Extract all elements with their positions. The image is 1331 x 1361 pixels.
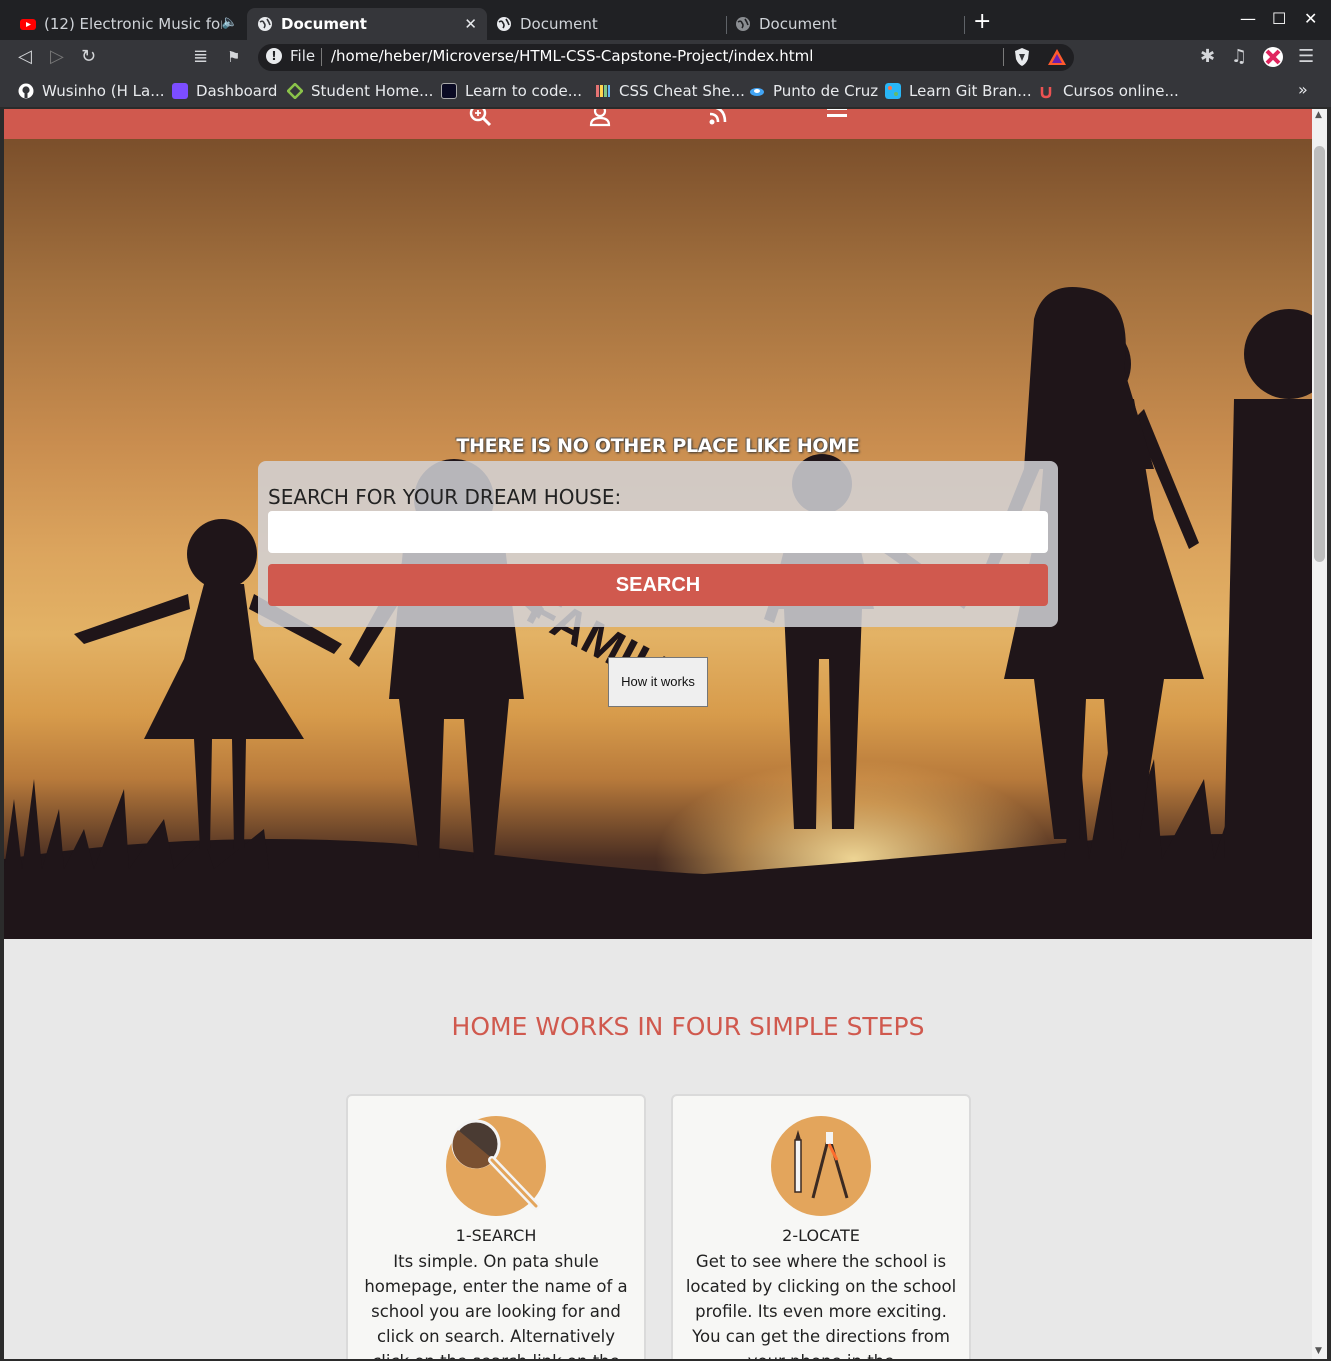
bookmark-label: Dashboard [196, 82, 278, 100]
maximize-button[interactable]: ☐ [1272, 9, 1286, 28]
tab-title: (12) Electronic Music for Study [44, 15, 222, 33]
tab-document[interactable]: Document [486, 8, 726, 40]
youtube-icon [20, 19, 36, 30]
search-button[interactable]: SEARCH [268, 564, 1048, 606]
info-icon[interactable]: ! [266, 48, 282, 64]
top-navigation [4, 109, 1312, 139]
scroll-down-arrow[interactable]: ▼ [1315, 1346, 1322, 1356]
dashboard-icon [172, 83, 188, 99]
brave-rewards-icon[interactable] [1047, 48, 1067, 66]
bookmark-button[interactable]: ⚑ [227, 46, 240, 68]
hero-section: FAMILY THERE IS NO OTHER PLACE LIKE HOME… [4, 139, 1312, 939]
bookmark-item[interactable]: Student Home... [287, 81, 433, 101]
reader-mode-button[interactable]: ≣ [193, 46, 208, 68]
step-card: 1-SEARCH Its simple. On pata shule homep… [346, 1094, 646, 1359]
bookmark-item[interactable]: Wusinho (H La... [18, 81, 165, 101]
bookmark-item[interactable]: Learn Git Bran... [885, 81, 1032, 101]
scroll-up-arrow[interactable]: ▲ [1315, 110, 1322, 120]
tab-title: Document [281, 15, 367, 33]
omnibox-divider [1003, 48, 1004, 66]
css-cheatsheet-icon [596, 85, 610, 97]
close-tab-icon[interactable]: ✕ [464, 15, 477, 33]
tab-document-active[interactable]: Document ✕ [247, 8, 487, 40]
page-viewport: FAMILY THERE IS NO OTHER PLACE LIKE HOME… [4, 109, 1312, 1359]
bookmark-item[interactable]: Punto de Cruz [749, 81, 878, 101]
step-description: Its simple. On pata shule homepage, ente… [364, 1252, 628, 1359]
bookmark-item[interactable]: CSS Cheat She... [595, 81, 745, 101]
step-title: 1-SEARCH [455, 1226, 537, 1245]
bookmark-label: Learn to code... [465, 82, 582, 100]
tab-title: Document [520, 15, 598, 33]
url-scheme: File [290, 47, 316, 65]
bookmark-label: CSS Cheat She... [619, 82, 745, 100]
git-branch-icon [885, 83, 901, 99]
search-label: SEARCH FOR YOUR DREAM HOUSE: [268, 485, 622, 509]
bookmark-item[interactable]: Dashboard [172, 81, 277, 101]
reload-button[interactable]: ↻ [81, 46, 96, 68]
scrollbar-thumb[interactable] [1314, 146, 1325, 562]
extensions-icon[interactable]: ✱ [1200, 46, 1215, 68]
tab-divider [964, 16, 965, 34]
step-title: 2-LOCATE [782, 1226, 860, 1245]
tab-title: Document [759, 15, 837, 33]
url-text[interactable]: /home/heber/Microverse/HTML-CSS-Capstone… [331, 47, 813, 65]
new-tab-button[interactable]: + [973, 10, 991, 34]
user-icon[interactable] [588, 109, 612, 127]
tab-document[interactable]: Document [725, 8, 965, 40]
minimize-button[interactable]: — [1240, 9, 1256, 28]
brave-shield-icon[interactable] [1013, 47, 1031, 67]
needle-icon [750, 88, 764, 96]
bookmark-label: Student Home... [311, 82, 434, 100]
bookmark-label: Learn Git Bran... [909, 82, 1032, 100]
forward-button[interactable]: ▷ [50, 46, 64, 68]
github-icon [18, 83, 34, 99]
hero-tagline: THERE IS NO OTHER PLACE LIKE HOME [456, 435, 860, 457]
steps-section-title: HOME WORKS IN FOUR SIMPLE STEPS [451, 1012, 925, 1041]
udemy-icon [1040, 87, 1052, 99]
step-description: Get to see where the school is located b… [685, 1252, 957, 1359]
step-card: 2-LOCATE Get to see where the school is … [671, 1094, 971, 1359]
search-panel: SEARCH FOR YOUR DREAM HOUSE: SEARCH [258, 461, 1058, 627]
tab-youtube[interactable]: (12) Electronic Music for Study 🔈 [10, 8, 246, 40]
hamburger-icon[interactable] [825, 109, 849, 127]
diamond-icon [287, 83, 303, 99]
bookmark-item[interactable]: Learn to code... [441, 81, 582, 101]
compass-pencil-icon [771, 1116, 871, 1216]
browser-menu-button[interactable]: ☰ [1298, 46, 1314, 68]
omnibox-divider [321, 48, 322, 66]
profile-avatar-icon[interactable] [1262, 46, 1284, 68]
rss-icon[interactable] [707, 109, 731, 127]
speaker-icon[interactable]: 🔈 [222, 15, 238, 30]
close-window-button[interactable]: ✕ [1304, 9, 1317, 28]
globe-icon [736, 17, 750, 31]
how-it-works-button[interactable]: How it works [608, 657, 708, 707]
bookmark-label: Punto de Cruz [773, 82, 879, 100]
bookmark-label: Wusinho (H La... [42, 82, 165, 100]
search-input[interactable] [268, 511, 1048, 553]
back-button[interactable]: ◁ [18, 46, 32, 68]
more-bookmarks-button[interactable]: » [1298, 80, 1308, 99]
bookmark-label: Cursos online... [1063, 82, 1179, 100]
globe-icon [497, 17, 511, 31]
search-icon[interactable] [469, 109, 493, 127]
globe-icon [258, 17, 272, 31]
bookmark-item[interactable]: Cursos online... [1039, 81, 1179, 101]
playlist-icon[interactable]: ♫ [1231, 46, 1247, 68]
magnifier-icon [446, 1116, 546, 1216]
freecodecamp-icon [441, 83, 457, 99]
